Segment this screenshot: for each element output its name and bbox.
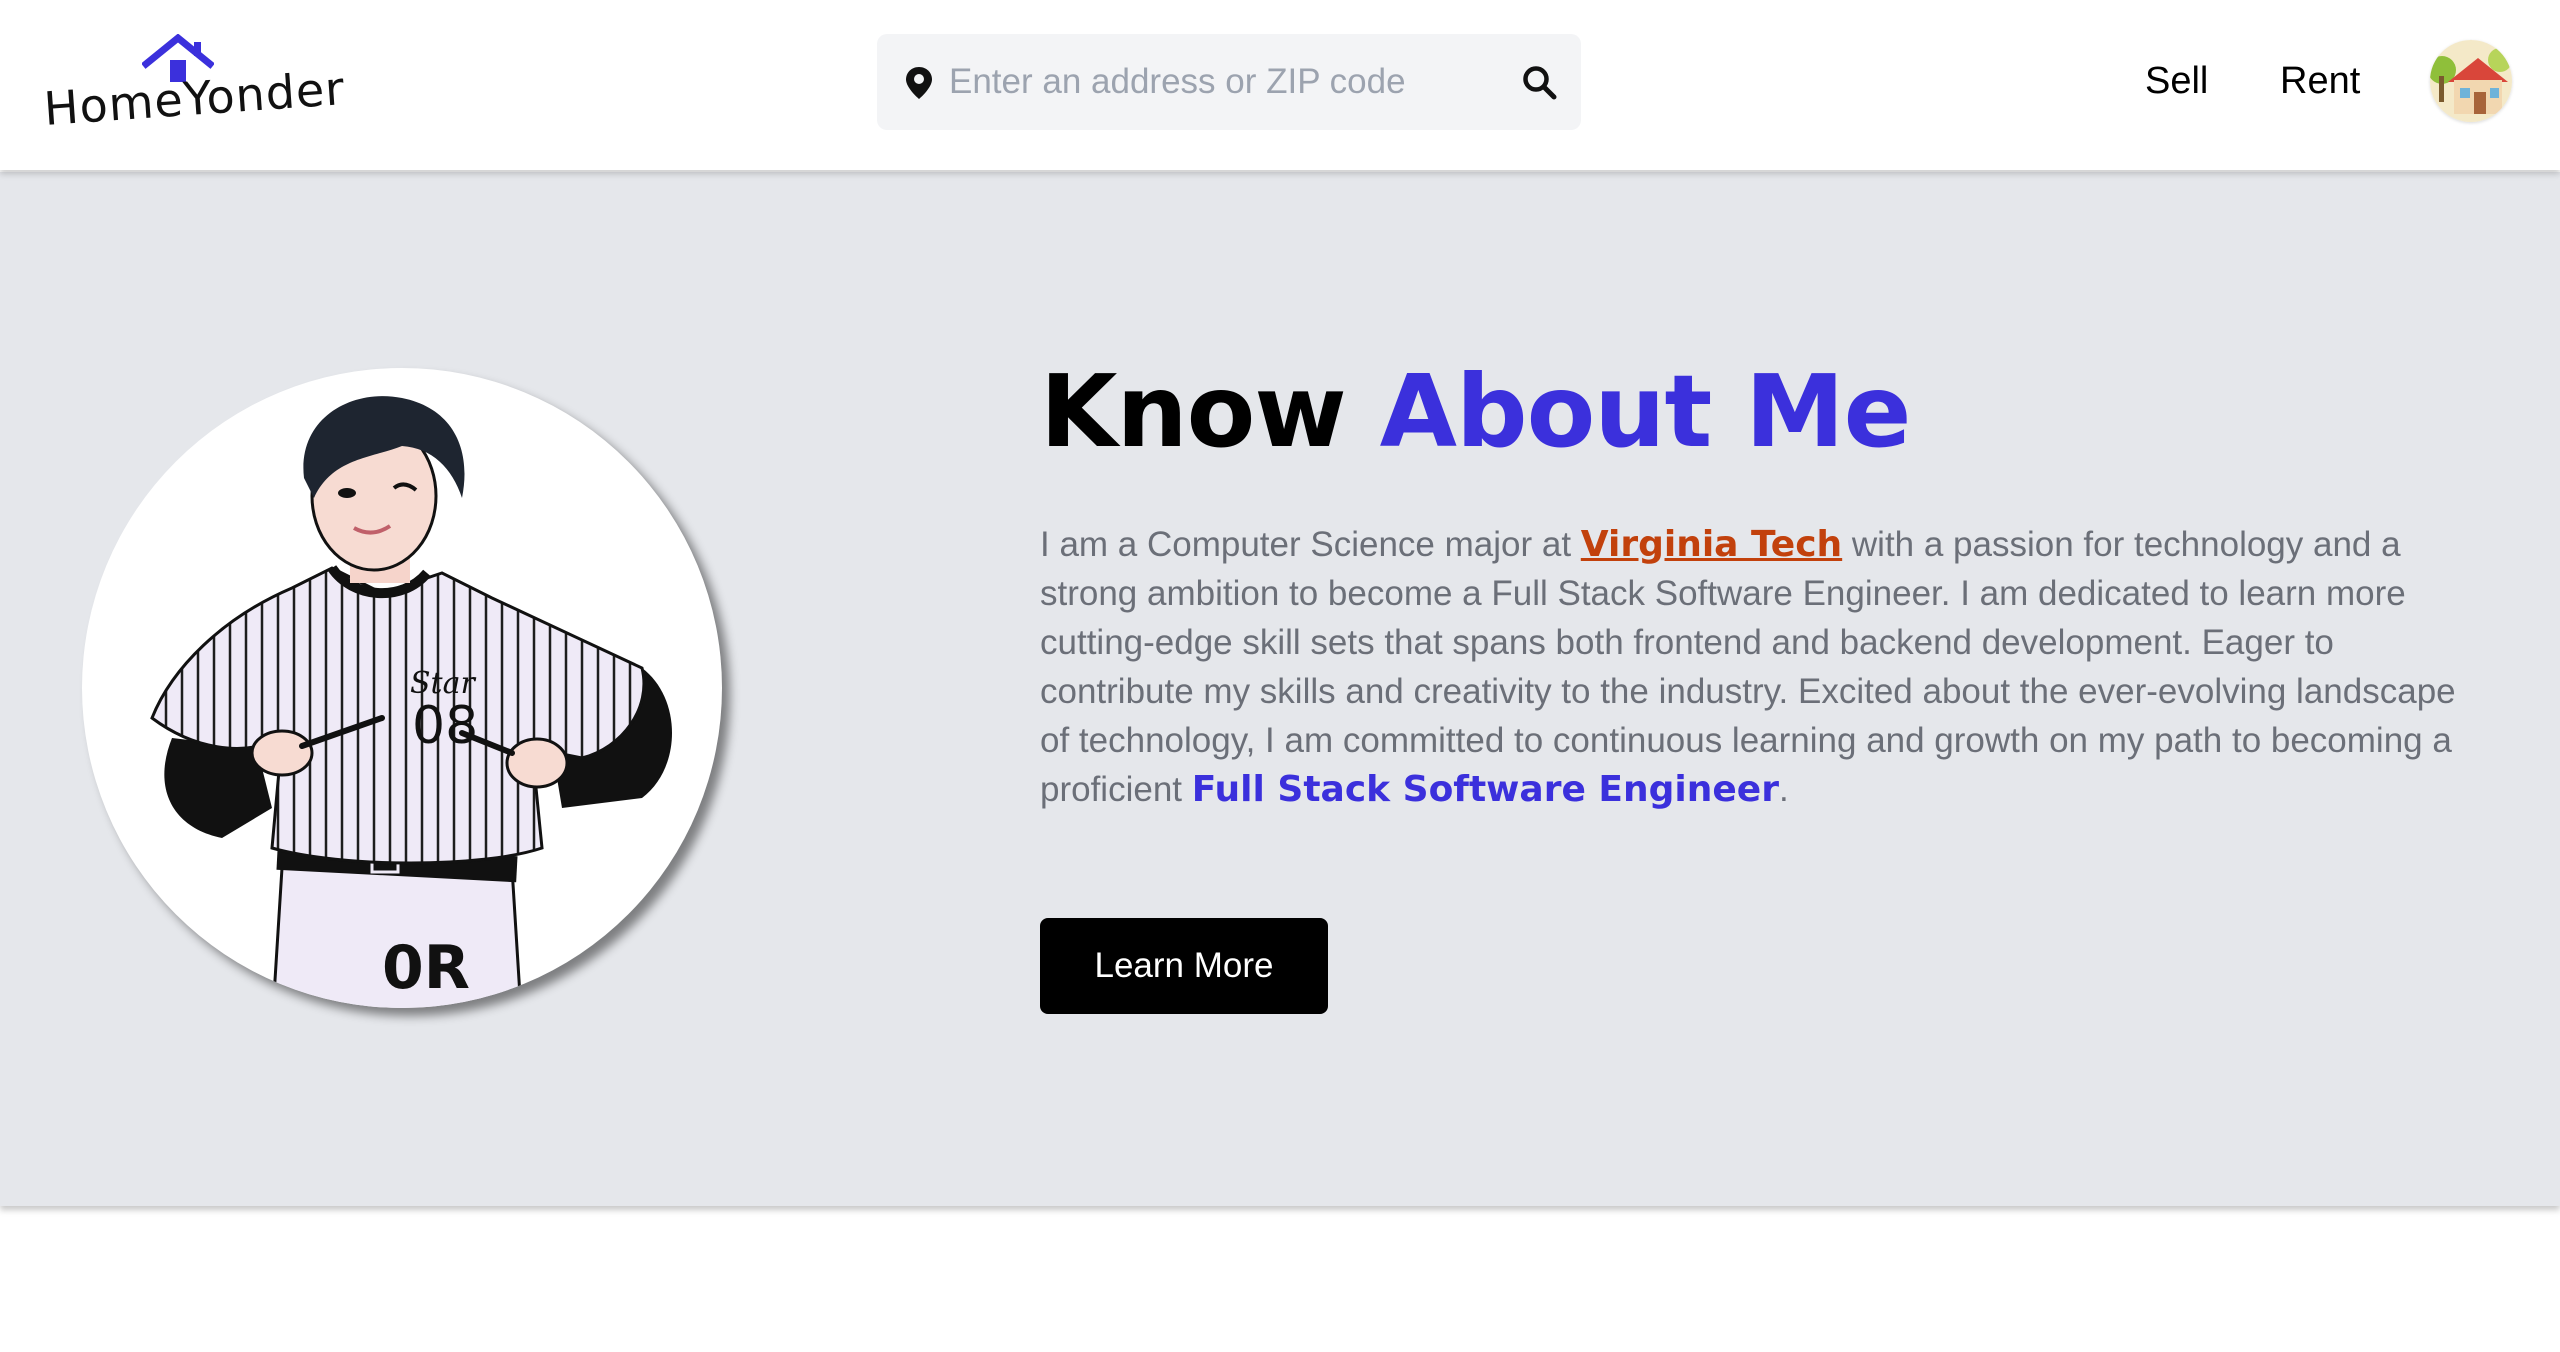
search-icon[interactable] <box>1521 64 1557 100</box>
learn-more-button[interactable]: Learn More <box>1040 918 1328 1014</box>
map-pin-icon <box>906 67 932 99</box>
logo-text: HomeYonder <box>42 61 347 136</box>
highlight-full-stack: Full Stack Software Engineer <box>1191 769 1779 810</box>
page-title: Know About Me <box>1040 352 1912 472</box>
profile-illustration: 0R 08 Star <box>82 368 722 1008</box>
svg-text:08: 08 <box>412 696 478 756</box>
title-part-about-me: About Me <box>1379 353 1912 470</box>
about-paragraph: I am a Computer Science major at Virgini… <box>1040 520 2480 814</box>
virginia-tech-link[interactable]: Virginia Tech <box>1581 524 1842 565</box>
svg-text:0R: 0R <box>382 933 470 1003</box>
house-avatar-icon <box>2430 40 2512 122</box>
logo[interactable]: HomeYonder <box>42 34 347 136</box>
about-text-end: . <box>1778 770 1789 809</box>
about-text-intro: I am a Computer Science major at <box>1040 525 1581 564</box>
search-input[interactable] <box>947 52 1487 112</box>
about-text-body: with a passion for technology and a stro… <box>1040 525 2456 809</box>
about-section: 0R 08 Star Know About Me I am a Computer… <box>0 172 2560 1206</box>
site-header: HomeYonder Sell Rent <box>0 0 2560 170</box>
nav-sell-link[interactable]: Sell <box>2145 56 2208 106</box>
search-bar <box>877 34 1581 130</box>
avatar[interactable] <box>2430 40 2512 122</box>
title-part-know: Know <box>1040 353 1380 470</box>
svg-text:Star: Star <box>410 666 476 701</box>
nav-rent-link[interactable]: Rent <box>2280 56 2360 106</box>
baseball-player-illustration: 0R 08 Star <box>150 396 672 1008</box>
